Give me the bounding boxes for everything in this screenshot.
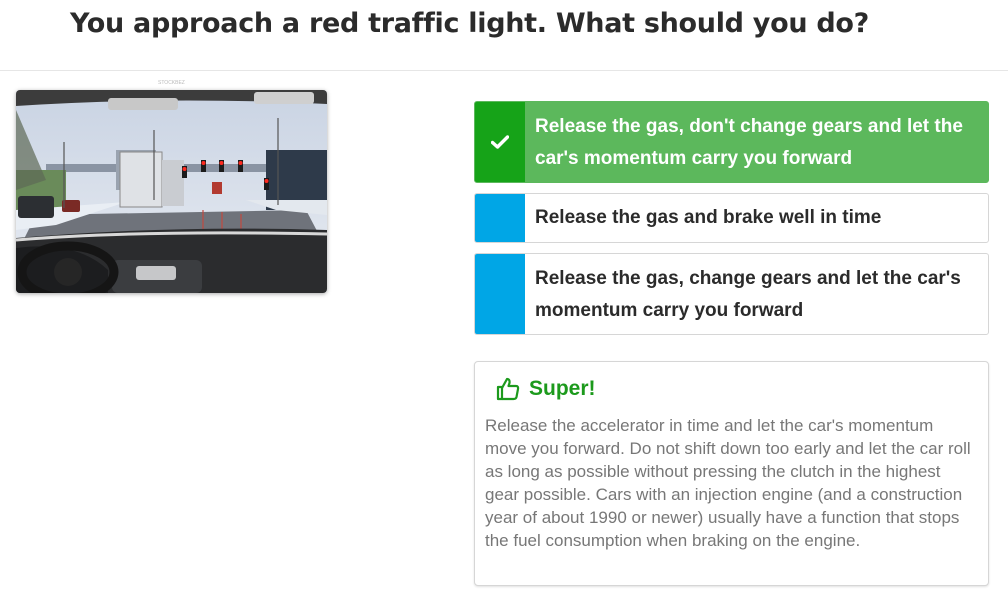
- answer-text: Release the gas and brake well in time: [535, 207, 882, 228]
- thumbs-up-icon: [496, 377, 520, 401]
- answer-list: Release the gas, don't change gears and …: [474, 101, 989, 345]
- road-scene-image: [16, 90, 327, 293]
- question-header: You approach a red traffic light. What s…: [0, 0, 1008, 71]
- answer-option-2[interactable]: Release the gas and brake well in time: [474, 193, 989, 243]
- answer-marker: [475, 254, 525, 334]
- feedback-explanation: Release the accelerator in time and let …: [485, 416, 971, 550]
- photo-credit: STOCKBEZ: [158, 80, 185, 86]
- answer-option-1[interactable]: Release the gas, don't change gears and …: [474, 101, 989, 183]
- question-title: You approach a red traffic light. What s…: [70, 8, 870, 39]
- answer-option-3[interactable]: Release the gas, change gears and let th…: [474, 253, 989, 335]
- feedback-title-text: Super!: [529, 377, 596, 400]
- feedback-title: Super!: [495, 376, 596, 402]
- feedback-panel: Super! Release the accelerator in time a…: [474, 361, 989, 586]
- answer-text: Release the gas, change gears and let th…: [535, 268, 961, 321]
- checkmark-icon: [491, 135, 509, 149]
- question-photo: [16, 90, 327, 293]
- answer-marker: [475, 194, 525, 242]
- answer-text: Release the gas, don't change gears and …: [535, 116, 963, 169]
- answer-marker: [475, 102, 525, 182]
